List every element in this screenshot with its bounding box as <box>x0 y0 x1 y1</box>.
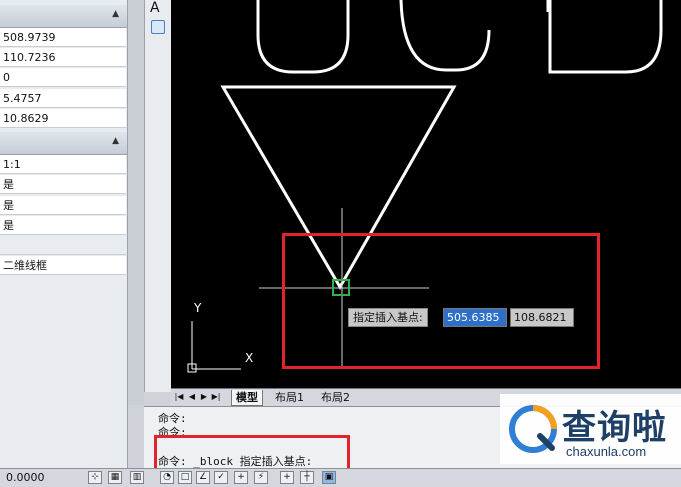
collapse-arrow-icon[interactable]: ▲ <box>112 9 119 19</box>
watermark-title: 查询啦 <box>562 408 667 448</box>
highlight-box-cursor <box>282 233 600 369</box>
property-value[interactable]: 是 <box>0 216 126 235</box>
property-value[interactable]: 二维线框 <box>0 256 126 275</box>
watermark-logo-icon <box>509 405 557 453</box>
lineweight-icon[interactable]: ⚡ <box>254 471 268 484</box>
tab-layout1[interactable]: 布局1 <box>271 390 308 405</box>
property-value[interactable]: 10.8629 <box>0 109 126 128</box>
selection-cycling-icon[interactable]: ▣ <box>322 471 336 484</box>
quick-properties-icon[interactable]: ┼ <box>300 471 314 484</box>
coordinate-readout: 0.0000 <box>6 471 45 484</box>
property-value[interactable]: 是 <box>0 196 126 215</box>
dynamic-input-icon[interactable]: + <box>234 471 248 484</box>
grid-display-icon[interactable]: ▦ <box>108 471 122 484</box>
property-value[interactable] <box>0 236 126 255</box>
watermark-url: chaxunla.com <box>566 444 647 459</box>
tab-prev-icon[interactable]: ◀ <box>187 391 197 403</box>
property-value[interactable]: 0 <box>0 68 126 87</box>
transparency-icon[interactable]: + <box>280 471 294 484</box>
vertical-toolbar: A <box>144 0 172 392</box>
ucs-y-label: Y <box>194 301 202 315</box>
properties-palette: ▲ 508.9739 110.7236 0 5.4757 10.8629 ▲ 1… <box>0 0 128 470</box>
ortho-mode-icon[interactable]: ▥ <box>130 471 144 484</box>
snap-mode-icon[interactable]: ⊹ <box>88 471 102 484</box>
property-value[interactable]: 5.4757 <box>0 89 126 108</box>
object-snap-tracking-icon[interactable]: ∠ <box>196 471 210 484</box>
section-header-geometry[interactable]: ▲ <box>0 5 127 28</box>
tab-model[interactable]: 模型 <box>231 390 263 406</box>
letter-outline-shape <box>256 0 350 74</box>
status-bar: 0.0000 ⊹ ▦ ▥ ◔ □ ∠ ✓ + ⚡ + ┼ ▣ <box>0 468 681 487</box>
panel-gutter <box>128 0 144 405</box>
tab-next-icon[interactable]: ▶ <box>199 391 209 403</box>
ucs-x-label: X <box>245 351 254 365</box>
text-tool-icon[interactable]: A <box>150 0 160 16</box>
tab-last-icon[interactable]: ▶| <box>211 391 221 403</box>
letter-outline-shape <box>548 0 663 74</box>
collapse-arrow-icon[interactable]: ▲ <box>112 136 119 146</box>
property-value[interactable]: 是 <box>0 175 126 194</box>
tab-layout2[interactable]: 布局2 <box>317 390 354 405</box>
tab-first-icon[interactable]: |◀ <box>174 391 184 403</box>
property-value[interactable]: 1:1 <box>0 155 126 174</box>
letter-outline-shape <box>399 0 491 72</box>
object-snap-icon[interactable]: □ <box>178 471 192 484</box>
allow-ucs-icon[interactable]: ✓ <box>214 471 228 484</box>
watermark: 查询啦 chaxunla.com <box>500 394 681 464</box>
section-header-misc[interactable]: ▲ <box>0 132 127 155</box>
polar-tracking-icon[interactable]: ◔ <box>160 471 174 484</box>
property-value[interactable]: 110.7236 <box>0 48 126 67</box>
attribute-tool-icon[interactable] <box>151 20 165 34</box>
property-value[interactable]: 508.9739 <box>0 28 126 47</box>
